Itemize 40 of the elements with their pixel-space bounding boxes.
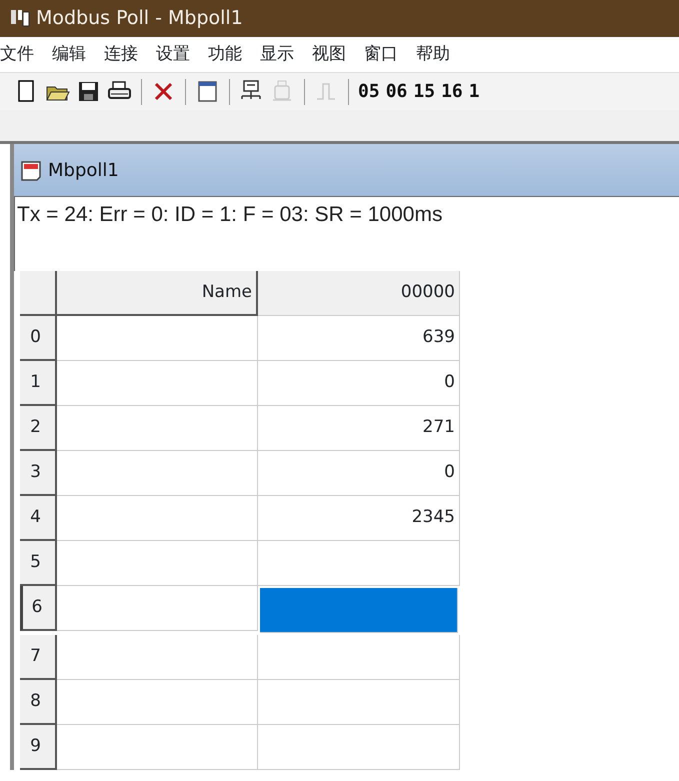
row-header: 6	[20, 586, 57, 631]
menu-item[interactable]: 窗口	[364, 42, 408, 68]
menu-item[interactable]: 功能	[208, 42, 252, 68]
window-title: Modbus Poll - Mbpoll1	[36, 6, 243, 32]
menu-item[interactable]: 连接	[104, 42, 148, 68]
menu-item[interactable]: 视图	[312, 42, 356, 68]
function-button[interactable]: 05	[358, 82, 380, 100]
table-cell[interactable]	[258, 725, 460, 770]
row-header: 1	[20, 361, 57, 406]
document-title: Mbpoll1	[48, 158, 119, 182]
row-header: 3	[20, 451, 57, 496]
table-cell[interactable]: 0	[258, 451, 460, 496]
menu-item[interactable]: 编辑	[52, 42, 96, 68]
table-cell[interactable]: 271	[258, 406, 460, 451]
table-cell[interactable]: 639	[258, 316, 460, 361]
row-header: 0	[20, 316, 57, 361]
row-header: 2	[20, 406, 57, 451]
function-button[interactable]: 16	[441, 82, 463, 100]
corner-header	[20, 271, 57, 316]
column-header: 00000	[258, 271, 460, 316]
table-cell[interactable]: 2345	[258, 496, 460, 541]
function-button[interactable]: 15	[413, 82, 436, 100]
menu-item[interactable]: 显示	[260, 42, 304, 68]
table-cell[interactable]	[258, 635, 460, 680]
row-header: 7	[20, 635, 57, 680]
selected-cell[interactable]	[260, 588, 458, 633]
menu-item[interactable]: 帮助	[416, 42, 460, 68]
menu-item[interactable]: 设置	[156, 42, 200, 68]
menu-item[interactable]: 文件	[0, 42, 44, 68]
save-icon[interactable]	[76, 79, 101, 104]
table-cell[interactable]: 0	[258, 361, 460, 406]
table-cell[interactable]	[258, 541, 460, 586]
row-header: 9	[20, 725, 57, 770]
row-header: 5	[20, 541, 57, 586]
table-cell[interactable]	[258, 680, 460, 725]
row-header: 8	[20, 680, 57, 725]
function-button[interactable]: 06	[386, 82, 408, 100]
row-header: 4	[20, 496, 57, 541]
column-header: Name	[57, 271, 258, 316]
function-button[interactable]: 1	[468, 82, 480, 100]
